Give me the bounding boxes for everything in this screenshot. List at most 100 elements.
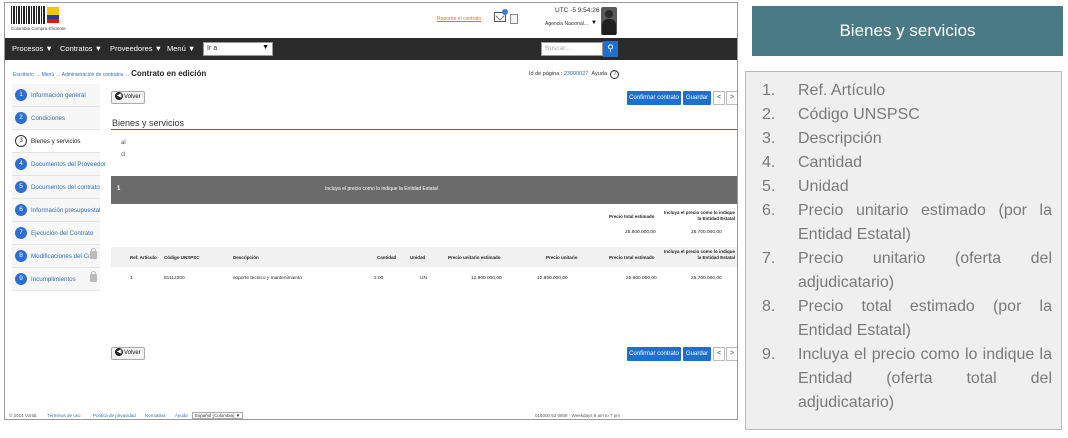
cell-ref: 1 [130, 276, 133, 281]
back-arrow-icon: ◀ [115, 92, 123, 101]
side-item-label: Información general [31, 92, 86, 99]
nav-menu[interactable]: Menú ▼ [167, 44, 195, 53]
side-item-condiciones[interactable]: 2 Condiciones [12, 107, 100, 130]
footer-link-privacy[interactable]: Política de privacidad [93, 413, 136, 418]
footer-link-terms[interactable]: Términos de uso [47, 413, 81, 418]
legend-item: 2. Código UNSPSC [762, 103, 1052, 127]
caret-down-icon[interactable]: ▼ [591, 20, 597, 26]
nav-contratos[interactable]: Contratos ▼ [60, 44, 102, 53]
col-descripcion: Descripción [233, 255, 259, 260]
side-item-informacion-presupuestal[interactable]: 6 Información presupuestal [12, 199, 100, 222]
legend-item: 4. Cantidad [762, 151, 1052, 175]
col-ref-articulo: Ref. Artículo [130, 255, 157, 260]
side-item-documentos-contrato[interactable]: 5 Documentos del contrato [12, 176, 100, 199]
goto-value: Ir a [207, 45, 218, 52]
legend-text: Cantidad [798, 154, 863, 171]
step-number-badge: 3 [15, 135, 27, 147]
user-avatar[interactable] [601, 7, 617, 35]
side-item-documentos-proveedor[interactable]: 4 Documentos del Proveedor [12, 153, 106, 176]
secop-screenshot: Colombia Compra Eficiente Reportar el co… [4, 2, 738, 420]
legend-item: 3. Descripción [762, 127, 1052, 151]
cell-precio-unitario: 12.850.000,00 [537, 276, 568, 281]
side-item-label: Modificaciones del Co... [31, 253, 97, 260]
language-select[interactable]: Español (Colombia) ▼ [192, 412, 244, 419]
field-legend-list: 1. Ref. Artículo 2. Código UNSPSC 3. Descri… [762, 79, 1052, 415]
items-table-header: Ref. Artículo Código UNSPSC Descripción … [111, 247, 737, 267]
step-number-badge: 6 [15, 204, 27, 216]
step-number-badge: 9 [15, 273, 27, 285]
legend-text: Precio total estimado (por la Entidad Es… [798, 298, 1052, 339]
side-item-label: Ejecución del Contrato [31, 230, 94, 237]
cell-incluya-precio: 25.700.000,00 [691, 276, 722, 281]
nav-procesos[interactable]: Procesos ▼ [12, 44, 53, 53]
search-icon: ⚲ [607, 43, 614, 53]
summary-total-estimated: 25.800.000,00 [625, 230, 656, 235]
col-incluya-precio: Incluya el precio como lo indique la Ent… [663, 249, 735, 260]
main-nav: Procesos ▼ Contratos ▼ Proveedores ▼ Men… [5, 38, 737, 60]
small-glyph: al [121, 140, 126, 146]
side-item-bienes-y-servicios[interactable]: 3 Bienes y servicios [12, 130, 100, 153]
back-button-label: Volver [124, 94, 141, 100]
prev-button-bottom[interactable]: < [713, 347, 725, 361]
confirm-contract-button-bottom[interactable]: Confirmar contrato [627, 347, 681, 361]
report-contract-link[interactable]: Reportar el contrato [437, 16, 481, 22]
legend-number: 8. [762, 298, 776, 315]
legend-number: 2. [762, 106, 776, 123]
section-divider [111, 129, 737, 130]
lock-icon [90, 271, 97, 282]
page-id-value: 23000027 [563, 71, 589, 77]
summary-header-total-estimated: Precio total estimado [609, 214, 655, 219]
agency-selector[interactable]: Agencia Nacional... [545, 21, 588, 27]
col-cantidad: Cantidad [377, 255, 397, 260]
back-button-top[interactable]: ◀ Volver [111, 91, 145, 104]
breadcrumb-path[interactable]: Escritorio → Menú → Administración de co… [13, 72, 130, 78]
side-menu: 1 Información general 2 Condiciones 3 Bi… [12, 84, 106, 291]
colombia-compra-logo[interactable]: Colombia Compra Eficiente [11, 6, 66, 34]
help-icon[interactable]: ? [610, 70, 620, 79]
col-codigo-unspsc: Código UNSPSC [164, 255, 200, 260]
confirm-contract-button-top[interactable]: Confirmar contrato [627, 91, 681, 105]
breadcrumb: Escritorio → Menú → Administración de co… [13, 69, 206, 78]
side-item-informacion-general[interactable]: 1 Información general [12, 84, 100, 107]
step-number-badge: 4 [15, 158, 27, 170]
legend-number: 9. [762, 346, 776, 363]
legend-number: 4. [762, 154, 776, 171]
legend-item: 6. Precio unitario estimado (por la Entid… [762, 199, 1052, 247]
legend-text: Precio unitario (oferta del adjudicatari… [798, 250, 1052, 291]
footer-link-normativa[interactable]: Normativa [145, 413, 166, 418]
back-button-bottom[interactable]: ◀ Volver [111, 347, 145, 360]
back-arrow-icon: ◀ [115, 348, 123, 357]
side-item-incumplimientos[interactable]: 9 Incumplimientos [12, 268, 100, 291]
logo-text: Colombia Compra Eficiente [11, 26, 66, 31]
group-title: Incluya el precio como lo indique la Ent… [325, 186, 438, 192]
legend-text: Unidad [798, 178, 849, 195]
save-button-top[interactable]: Guardar [683, 91, 711, 105]
search-input[interactable]: Buscar... [541, 42, 603, 56]
step-number-badge: 8 [15, 250, 27, 262]
section-title: Bienes y servicios [112, 118, 185, 128]
next-button-bottom[interactable]: > [726, 347, 737, 361]
col-precio-unitario-estimado: Precio unitario estimado [448, 255, 501, 260]
help-link[interactable]: Ayuda [591, 71, 607, 77]
legend-text: Código UNSPSC [798, 106, 920, 123]
prev-button-top[interactable]: < [713, 91, 725, 105]
search-button[interactable]: ⚲ [603, 41, 618, 57]
footer-copyright: © 2014 Vortal. [9, 413, 38, 418]
step-number-badge: 5 [15, 181, 27, 193]
side-item-label: Documentos del contrato [31, 184, 100, 191]
side-item-modificaciones[interactable]: 8 Modificaciones del Co... [12, 245, 100, 268]
side-item-ejecucion-contrato[interactable]: 7 Ejecución del Contrato [12, 222, 100, 245]
next-button-top[interactable]: > [726, 91, 737, 105]
right-panel-title: Bienes y servicios [752, 6, 1063, 56]
lock-icon [90, 248, 97, 259]
goto-select[interactable]: Ir a ▼ [203, 42, 273, 56]
save-button-bottom[interactable]: Guardar [683, 347, 711, 361]
document-icon[interactable] [510, 14, 518, 24]
cell-codigo: 81112200 [164, 276, 185, 281]
footer-link-help[interactable]: Ayuda [175, 413, 188, 418]
cell-precio-unitario-estimado: 12.900.000,00 [471, 276, 502, 281]
col-unidad: Unidad [410, 255, 426, 260]
summary-incluya: 25.700.000,00 [691, 230, 722, 235]
nav-proveedores[interactable]: Proveedores ▼ [110, 44, 162, 53]
legend-number: 6. [762, 202, 776, 219]
